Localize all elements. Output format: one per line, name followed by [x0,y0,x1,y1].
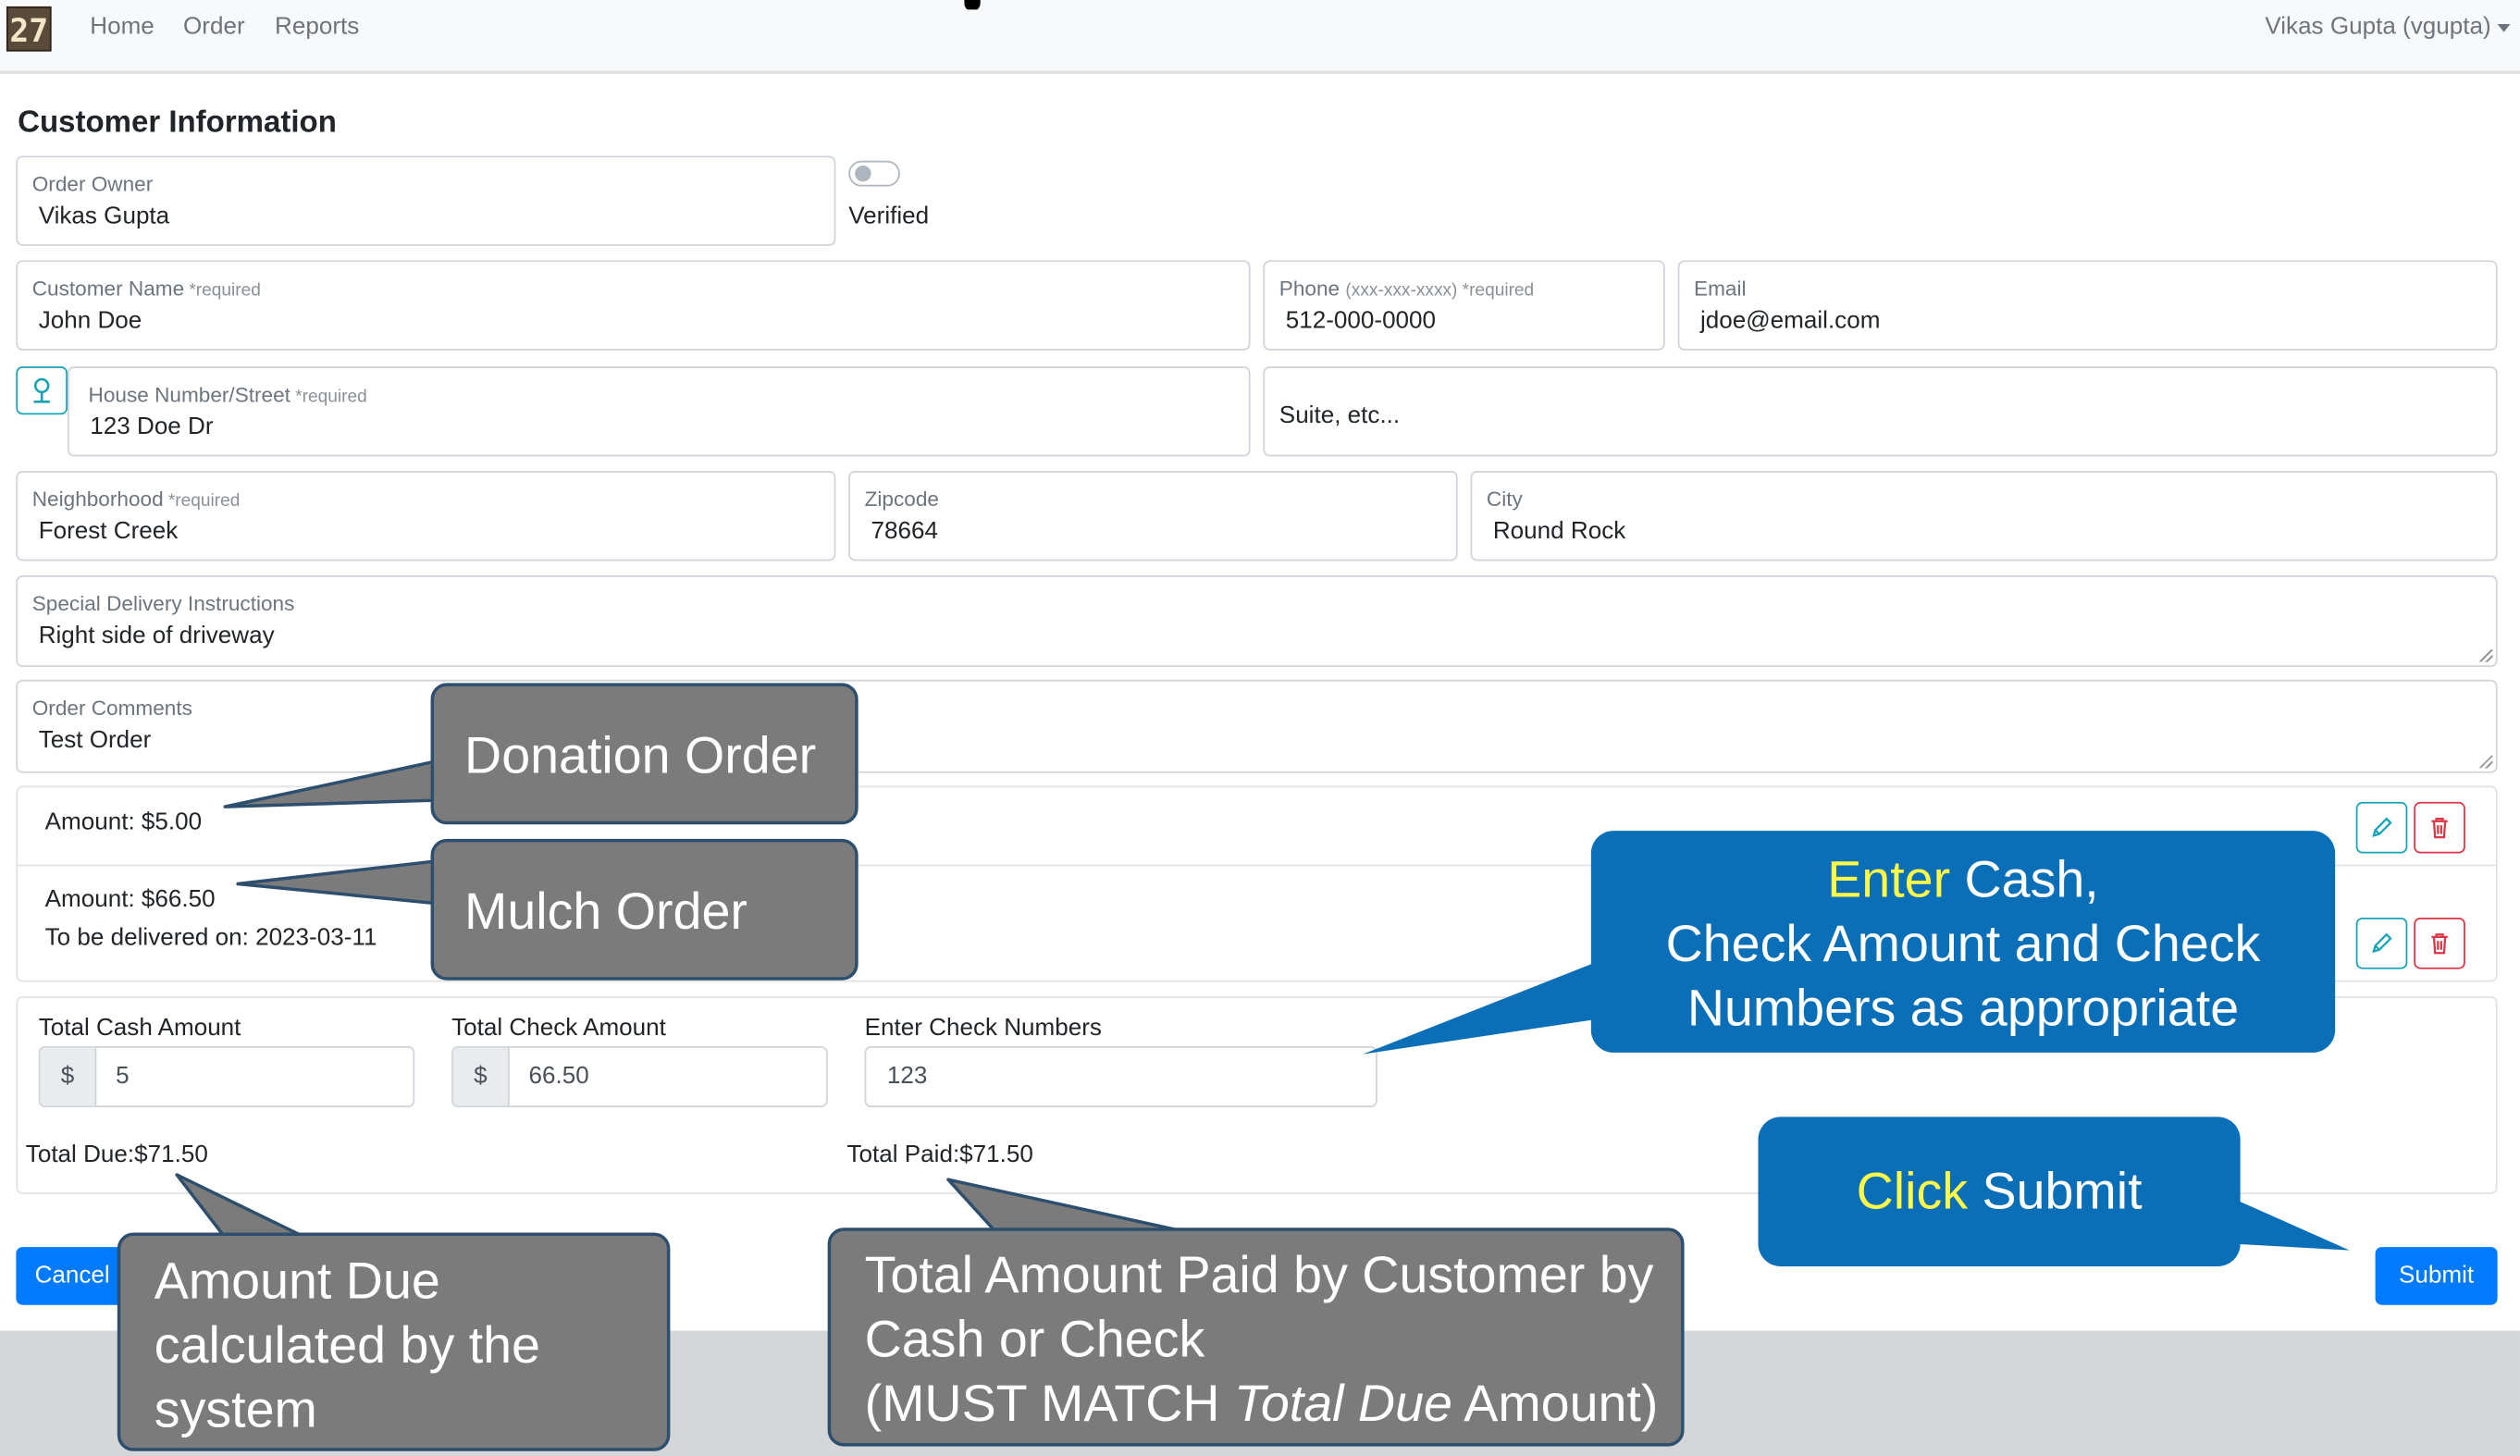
callout-text: calculated by the [154,1315,540,1375]
callout-text: Cash, [1950,850,2099,908]
callout-text: Amount) [1451,1374,1659,1432]
amount-due-callout: Amount Due calculated by the system [117,1232,671,1451]
callout-text: Submit [1968,1162,2143,1220]
total-paid-callout: Total Amount Paid by Customer by Cash or… [827,1228,1685,1447]
callout-text: Cash or Check [864,1309,1205,1368]
callout-emphasis: Total Due [1234,1374,1452,1432]
callout-text: (MUST MATCH [864,1374,1235,1432]
click-submit-callout: Click Submit [1758,1117,2241,1266]
enter-payment-callout: Enter Cash, Check Amount and Check Numbe… [1590,831,2336,1053]
callout-text: Numbers as appropriate [1686,979,2240,1037]
callout-highlight: Click [1856,1162,1969,1220]
mulch-order-callout: Mulch Order [430,838,859,981]
callout-text: Check Amount and Check [1665,914,2261,973]
callout-text: Amount Due [154,1252,440,1310]
callout-text: Total Amount Paid by Customer by [864,1245,1654,1303]
callout-text: Mulch Order [464,882,747,941]
donation-order-callout: Donation Order [430,683,859,825]
callout-text: system [154,1380,317,1438]
callout-highlight: Enter [1827,850,1951,908]
callout-text: Donation Order [464,726,817,784]
